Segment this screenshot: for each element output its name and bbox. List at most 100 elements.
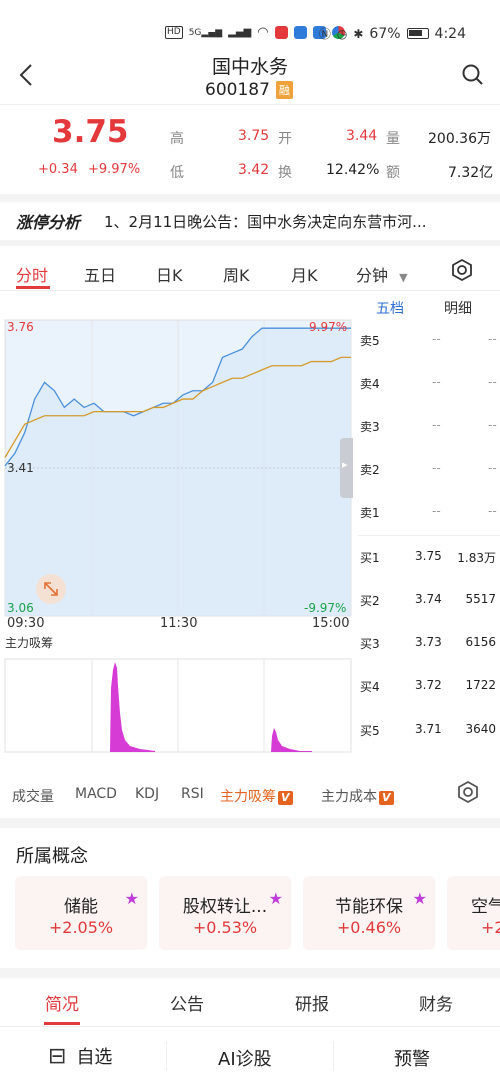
price-change: +0.34 +9.97% xyxy=(38,162,140,177)
clock: 4:24 xyxy=(434,25,466,42)
status-right: Ⓝ ◷ ✱ 67% 4:24 xyxy=(319,25,466,42)
bid-volume: 3640 xyxy=(465,722,496,736)
stock-code: 600187 xyxy=(205,80,270,100)
quote-panel: 3.75 +0.34 +9.97% 高 3.75 开 3.44 量 200.36… xyxy=(0,104,500,194)
indicator-kdj[interactable]: KDJ xyxy=(135,786,159,802)
indicator-rsi[interactable]: RSI xyxy=(181,786,204,802)
pct-top: 9.97% xyxy=(309,320,348,334)
ask-row: 卖1 -- -- xyxy=(358,504,500,524)
bid-row: 买5 3.71 3640 xyxy=(358,722,500,742)
tab-weekly-k[interactable]: 周K xyxy=(223,262,250,286)
indicator-main-cost-label: 主力成本 xyxy=(321,789,377,805)
ask-label: 卖5 xyxy=(360,334,380,348)
collapse-panel-handle[interactable]: ▸ xyxy=(340,438,353,498)
time-mid: 11:30 xyxy=(160,616,198,631)
search-button[interactable] xyxy=(460,62,486,88)
ask-row: 卖2 -- -- xyxy=(358,461,500,481)
order-book-divider xyxy=(358,535,500,536)
concept-card[interactable]: 节能环保 +0.46% ★ xyxy=(303,876,435,950)
sub-chart-svg xyxy=(4,658,352,753)
chart-tab-bar: 分时 五日 日K 周K 月K 分钟 ▼ xyxy=(0,246,500,290)
expand-chart-button[interactable] xyxy=(36,574,66,604)
concept-name: 空气 xyxy=(471,897,500,917)
ask-label: 卖1 xyxy=(360,506,380,520)
nfc-icon: Ⓝ xyxy=(318,27,331,41)
sub-chart[interactable] xyxy=(0,658,356,754)
high-value: 3.75 xyxy=(238,128,270,144)
bid-label: 买4 xyxy=(360,680,380,694)
volume-value: 200.36万 xyxy=(428,131,491,147)
indicator-main-accumulation[interactable]: 主力吸筹 V xyxy=(220,786,293,806)
change-percent: +9.97% xyxy=(87,162,141,177)
bid-volume: 1.83万 xyxy=(457,551,496,565)
change-value: +0.34 xyxy=(38,162,78,177)
chart-settings-button[interactable] xyxy=(450,258,474,282)
ask-price: -- xyxy=(432,461,441,475)
battery-percent: 67% xyxy=(369,25,401,42)
ask-volume: -- xyxy=(488,375,497,389)
time-axis: 09:30 11:30 15:00 xyxy=(0,616,356,634)
concept-card[interactable]: 储能 +2.05% ★ xyxy=(15,876,147,950)
concept-card[interactable]: 空气 +2 xyxy=(447,876,500,950)
alarm-icon: ◷ xyxy=(336,26,348,41)
indicator-bar: 成交量 MACD KDJ RSI 主力吸筹 V 主力成本 V xyxy=(0,770,500,814)
tab-active-indicator xyxy=(16,286,50,289)
sub-chart-title: 主力吸筹 xyxy=(5,636,54,650)
intraday-chart[interactable]: 3.76 9.97% 3.41 3.06 -9.97% ▸ xyxy=(0,290,356,630)
tab-daily-k[interactable]: 日K xyxy=(156,262,183,286)
bid-label: 买3 xyxy=(360,637,380,651)
tab-research[interactable]: 研报 xyxy=(295,990,329,1015)
ask-row: 卖4 -- -- xyxy=(358,375,500,395)
indicator-volume[interactable]: 成交量 xyxy=(12,786,54,806)
indicator-macd[interactable]: MACD xyxy=(75,786,117,802)
bid-price: 3.73 xyxy=(415,635,442,649)
pct-bottom: -9.97% xyxy=(304,601,347,615)
news-ticker[interactable]: 涨停分析 1、2月11日晚公告：国中水务决定向东营市河... xyxy=(0,202,500,240)
dropdown-icon: ▼ xyxy=(399,271,408,284)
tab-five-levels[interactable]: 五档 xyxy=(376,298,404,318)
low-value: 3.42 xyxy=(238,162,270,178)
ask-price: -- xyxy=(432,332,441,346)
add-watchlist-label: 自选 xyxy=(76,1047,113,1068)
tab-intraday[interactable]: 分时 xyxy=(16,262,48,286)
signal-icon: ▂▄▆ xyxy=(228,27,252,38)
add-watchlist-button[interactable]: ⊟ 自选 xyxy=(48,1043,112,1069)
tab-five-day[interactable]: 五日 xyxy=(84,262,116,286)
tab-announcements[interactable]: 公告 xyxy=(170,990,204,1015)
bid-price: 3.74 xyxy=(415,592,442,606)
bottom-tab-indicator xyxy=(44,1022,80,1025)
bid-volume: 6156 xyxy=(465,635,496,649)
open-label: 开 xyxy=(278,131,292,147)
concept-card[interactable]: 股权转让... +0.53% ★ xyxy=(159,876,291,950)
sep-1 xyxy=(166,1041,167,1071)
ask-label: 卖3 xyxy=(360,420,380,434)
indicator-main-accumulation-label: 主力吸筹 xyxy=(220,789,276,805)
ai-diagnosis-button[interactable]: AI诊股 xyxy=(218,1045,272,1071)
tab-finance[interactable]: 财务 xyxy=(419,990,453,1015)
bid-row: 买4 3.72 1722 xyxy=(358,678,500,698)
tab-monthly-k[interactable]: 月K xyxy=(291,262,318,286)
bid-label: 买2 xyxy=(360,594,380,608)
bid-price: 3.75 xyxy=(415,549,442,563)
indicator-main-cost[interactable]: 主力成本 V xyxy=(321,786,394,806)
open-value: 3.44 xyxy=(346,128,378,144)
tab-minute-label: 分钟 xyxy=(356,266,389,285)
tab-minute[interactable]: 分钟 ▼ xyxy=(356,262,408,286)
price-alert-button[interactable]: 预警 xyxy=(394,1045,430,1071)
ask-volume: -- xyxy=(488,504,497,518)
current-price: 3.75 xyxy=(52,114,129,150)
expand-icon xyxy=(44,582,58,596)
status-bar: HD 5G▂▄▆ ▂▄▆ ◠ Ⓝ ◷ ✱ 67% 4:24 xyxy=(0,0,500,46)
amount-value: 7.32亿 xyxy=(448,165,494,181)
ask-label: 卖4 xyxy=(360,377,380,391)
tab-details[interactable]: 明细 xyxy=(444,298,472,318)
bid-label: 买5 xyxy=(360,724,380,738)
volume-label: 量 xyxy=(386,131,400,147)
bid-volume: 5517 xyxy=(465,592,496,606)
ask-label: 卖2 xyxy=(360,463,380,477)
time-end: 15:00 xyxy=(312,616,350,631)
tab-summary[interactable]: 简况 xyxy=(45,990,79,1015)
concept-change: +0.53% xyxy=(192,918,258,937)
high-label: 高 xyxy=(170,131,184,147)
indicator-settings-button[interactable] xyxy=(456,780,480,804)
